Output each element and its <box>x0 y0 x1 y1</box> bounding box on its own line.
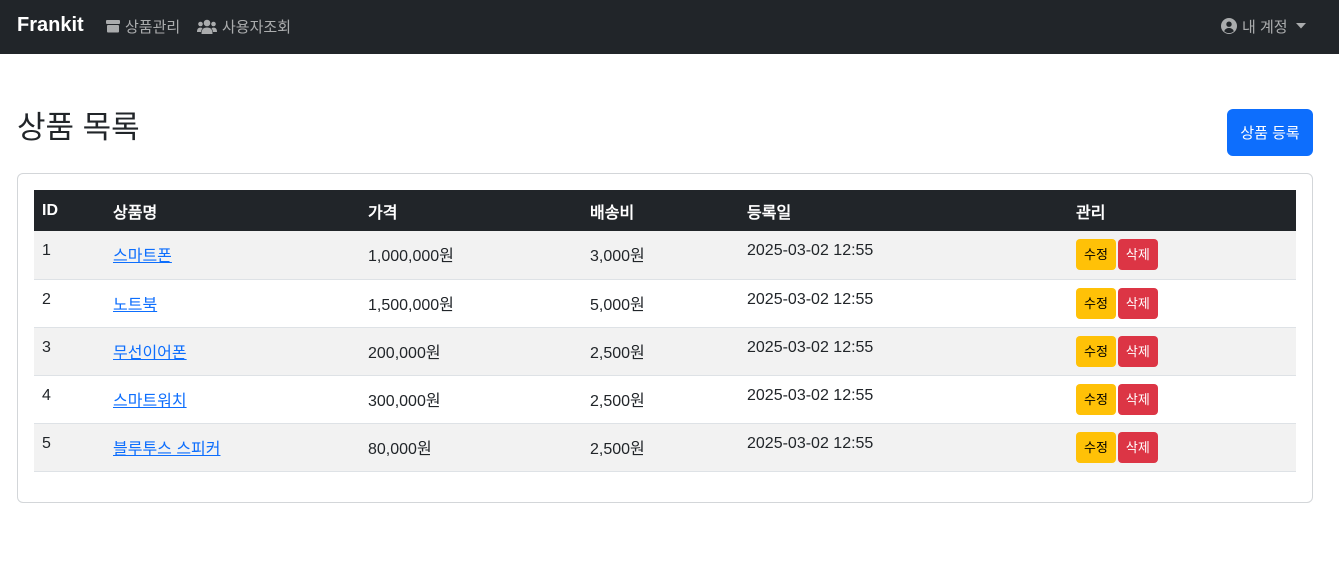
delete-button[interactable]: 삭제 <box>1117 383 1158 415</box>
cell-name: 무선이어폰 <box>105 327 360 375</box>
edit-button[interactable]: 수정 <box>1076 287 1116 319</box>
cell-name: 스마트워치 <box>105 375 360 423</box>
header-shipping: 배송비 <box>590 204 635 222</box>
cell-id: 3 <box>42 338 51 356</box>
edit-button[interactable]: 수정 <box>1076 239 1116 271</box>
nav-products-label: 상품관리 <box>125 18 181 36</box>
nav-users-link[interactable]: 사용자조회 <box>197 15 291 37</box>
header-date: 등록일 <box>747 204 792 222</box>
cell-date: 2025-03-02 12:55 <box>747 290 874 308</box>
cell-id: 1 <box>42 242 51 259</box>
cell-price: 1,000,000원 <box>368 248 454 265</box>
cell-shipping: 2,500원 <box>590 392 645 410</box>
register-product-button[interactable]: 상품 등록 <box>1227 109 1313 156</box>
cell-shipping: 5,000원 <box>590 296 645 314</box>
cell-date: 2025-03-02 12:55 <box>747 242 874 259</box>
account-label: 내 계정 <box>1242 18 1288 36</box>
cell-shipping: 2,500원 <box>590 440 645 458</box>
cell-shipping: 3,000원 <box>590 248 645 265</box>
cell-actions: 수정 삭제 <box>1068 231 1296 279</box>
box-icon <box>106 20 120 33</box>
edit-button[interactable]: 수정 <box>1076 335 1116 367</box>
product-name-link[interactable]: 노트북 <box>113 297 157 314</box>
header-id: ID <box>42 201 58 219</box>
chevron-down-icon <box>1295 23 1306 29</box>
delete-button[interactable]: 삭제 <box>1117 335 1158 367</box>
brand-logo[interactable]: Frankit <box>17 13 84 37</box>
product-name-link[interactable]: 무선이어폰 <box>113 345 187 362</box>
cell-actions: 수정 삭제 <box>1068 279 1296 327</box>
cell-name: 노트북 <box>105 279 360 327</box>
top-navbar: Frankit 상품관리 사용자조회 내 계정 <box>0 0 1339 54</box>
cell-date: 2025-03-02 12:55 <box>747 338 874 356</box>
page-title: 상품 목록 <box>17 110 140 145</box>
cell-actions: 수정 삭제 <box>1068 375 1296 423</box>
user-circle-icon <box>1221 18 1237 34</box>
cell-date: 2025-03-02 12:55 <box>747 386 874 404</box>
product-name-link[interactable]: 스마트워치 <box>113 393 187 410</box>
cell-actions: 수정 삭제 <box>1068 327 1296 375</box>
edit-button[interactable]: 수정 <box>1076 431 1116 463</box>
product-table-card: ID 상품명 가격 배송비 등록일 관리 1 스마트폰 1,000,000원 3… <box>17 173 1313 503</box>
header-actions: 관리 <box>1076 204 1106 222</box>
cell-price: 300,000원 <box>368 392 441 410</box>
cell-date: 2025-03-02 12:55 <box>747 434 874 452</box>
cell-name: 스마트폰 <box>105 231 360 279</box>
table-row: 4 스마트워치 300,000원 2,500원 2025-03-02 12:55… <box>34 375 1296 423</box>
product-name-link[interactable]: 스마트폰 <box>113 248 172 265</box>
delete-button[interactable]: 삭제 <box>1117 239 1158 271</box>
nav-products-link[interactable]: 상품관리 <box>106 15 180 37</box>
cell-price: 80,000원 <box>368 440 432 458</box>
header-price: 가격 <box>368 204 398 222</box>
table-row: 5 블루투스 스피커 80,000원 2,500원 2025-03-02 12:… <box>34 423 1296 471</box>
table-header-row: ID 상품명 가격 배송비 등록일 관리 <box>34 190 1296 231</box>
edit-button[interactable]: 수정 <box>1076 383 1116 415</box>
users-icon <box>197 19 217 34</box>
cell-id: 2 <box>42 290 51 308</box>
cell-name: 블루투스 스피커 <box>105 423 360 471</box>
delete-button[interactable]: 삭제 <box>1117 287 1158 319</box>
delete-button[interactable]: 삭제 <box>1117 431 1158 463</box>
cell-shipping: 2,500원 <box>590 344 645 362</box>
cell-id: 5 <box>42 434 51 452</box>
cell-price: 1,500,000원 <box>368 296 454 314</box>
product-name-link[interactable]: 블루투스 스피커 <box>113 441 221 458</box>
product-table: ID 상품명 가격 배송비 등록일 관리 1 스마트폰 1,000,000원 3… <box>34 190 1296 472</box>
account-dropdown[interactable]: 내 계정 <box>1221 15 1306 37</box>
cell-price: 200,000원 <box>368 344 441 362</box>
table-row: 3 무선이어폰 200,000원 2,500원 2025-03-02 12:55… <box>34 327 1296 375</box>
cell-actions: 수정 삭제 <box>1068 423 1296 471</box>
table-row: 1 스마트폰 1,000,000원 3,000원 2025-03-02 12:5… <box>34 231 1296 279</box>
table-row: 2 노트북 1,500,000원 5,000원 2025-03-02 12:55… <box>34 279 1296 327</box>
nav-users-label: 사용자조회 <box>222 18 292 36</box>
cell-id: 4 <box>42 386 51 404</box>
header-name: 상품명 <box>113 204 158 222</box>
